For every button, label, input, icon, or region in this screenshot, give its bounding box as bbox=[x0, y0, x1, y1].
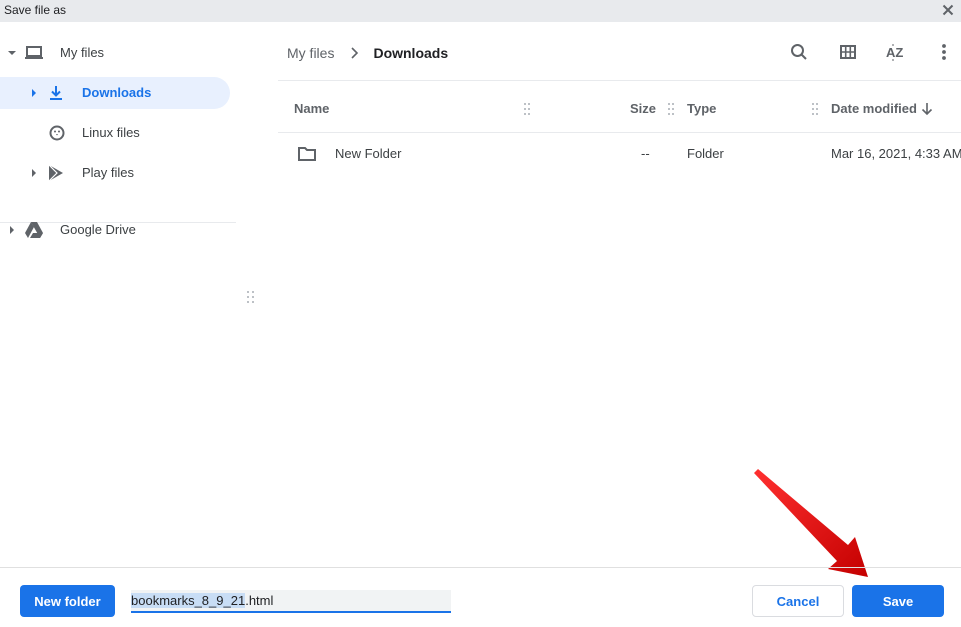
google-drive-icon bbox=[25, 222, 43, 238]
column-resize-handle[interactable] bbox=[524, 103, 530, 115]
caret-right-icon[interactable] bbox=[29, 168, 39, 178]
breadcrumb-my-files[interactable]: My files bbox=[287, 45, 334, 61]
caret-right-icon[interactable] bbox=[29, 88, 39, 98]
save-button[interactable]: Save bbox=[852, 585, 944, 617]
column-resize-handle[interactable] bbox=[668, 103, 674, 115]
linux-penguin-icon bbox=[49, 125, 65, 141]
sidebar-item-label: Linux files bbox=[82, 125, 140, 140]
toolbar-divider bbox=[278, 80, 961, 81]
sidebar-item-my-files[interactable]: My files bbox=[0, 37, 236, 69]
chevron-right-icon bbox=[351, 47, 359, 59]
sidebar-item-play-files[interactable]: Play files bbox=[0, 157, 236, 189]
column-header-date-modified[interactable]: Date modified bbox=[831, 101, 917, 116]
sidebar-item-downloads[interactable]: Downloads bbox=[0, 77, 230, 109]
sort-az-icon: AZ bbox=[886, 44, 903, 61]
sidebar-item-google-drive[interactable]: Google Drive bbox=[0, 214, 236, 246]
cell-size: -- bbox=[641, 146, 650, 161]
sidebar-item-linux-files[interactable]: Linux files bbox=[0, 117, 236, 149]
sidebar: My files Downloads Linux files Play file… bbox=[0, 22, 240, 567]
file-list-pane: My files Downloads AZ Name Size Type Dat… bbox=[278, 22, 961, 567]
cancel-button[interactable]: Cancel bbox=[752, 585, 844, 617]
header-divider bbox=[278, 132, 961, 133]
grid-view-button[interactable] bbox=[836, 40, 860, 64]
dialog-title: Save file as bbox=[4, 3, 67, 17]
breadcrumb-downloads[interactable]: Downloads bbox=[373, 45, 448, 61]
cell-name: New Folder bbox=[335, 146, 402, 161]
sidebar-item-label: My files bbox=[60, 45, 105, 60]
sidebar-item-label: Play files bbox=[82, 165, 135, 180]
sidebar-item-label: Downloads bbox=[82, 85, 152, 100]
footer-divider bbox=[0, 567, 961, 568]
laptop-icon bbox=[25, 46, 43, 59]
caret-down-icon[interactable] bbox=[7, 48, 17, 58]
svg-text:AZ: AZ bbox=[886, 45, 903, 60]
more-vert-icon bbox=[942, 44, 946, 60]
filename-selected-text: bookmarks_8_9_21 bbox=[131, 593, 246, 608]
caret-right-icon[interactable] bbox=[7, 225, 17, 235]
download-icon bbox=[50, 86, 62, 100]
table-row[interactable]: New Folder -- Folder Mar 16, 2021, 4:33 … bbox=[278, 134, 961, 174]
breadcrumb: My files Downloads bbox=[287, 45, 448, 61]
filename-extension: .html bbox=[245, 593, 274, 608]
column-header-name[interactable]: Name bbox=[294, 101, 329, 116]
cell-type: Folder bbox=[687, 146, 724, 161]
more-options-button[interactable] bbox=[932, 40, 956, 64]
sort-button[interactable]: AZ bbox=[884, 40, 908, 64]
grid-view-icon bbox=[840, 45, 856, 59]
cell-date-modified: Mar 16, 2021, 4:33 AM bbox=[831, 146, 961, 161]
column-header-size[interactable]: Size bbox=[630, 101, 656, 116]
sidebar-resize-handle[interactable] bbox=[246, 290, 256, 306]
close-icon bbox=[942, 4, 954, 16]
filename-input[interactable]: bookmarks_8_9_21.html bbox=[131, 590, 451, 613]
title-bar: Save file as bbox=[0, 0, 961, 22]
search-icon bbox=[791, 44, 807, 60]
sort-descending-arrow-icon bbox=[921, 103, 933, 116]
close-button[interactable] bbox=[939, 1, 957, 19]
folder-icon bbox=[298, 147, 316, 161]
sidebar-item-label: Google Drive bbox=[60, 222, 136, 237]
play-store-icon bbox=[48, 164, 63, 182]
new-folder-button[interactable]: New folder bbox=[20, 585, 115, 617]
search-button[interactable] bbox=[787, 40, 811, 64]
column-resize-handle[interactable] bbox=[812, 103, 818, 115]
column-header-type[interactable]: Type bbox=[687, 101, 716, 116]
